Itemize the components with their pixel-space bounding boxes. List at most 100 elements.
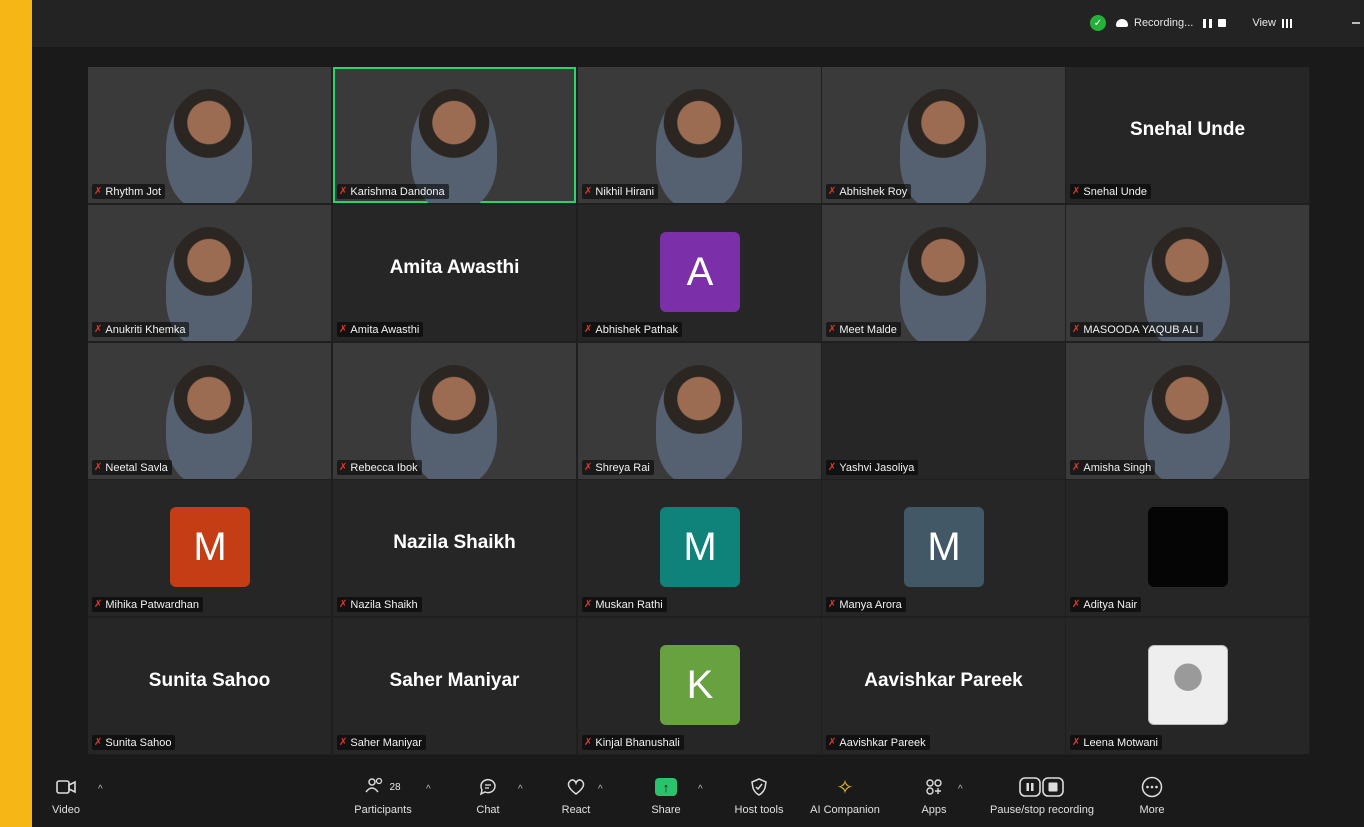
- video-button[interactable]: Video: [46, 770, 86, 827]
- participants-options-chevron-icon[interactable]: ^: [426, 784, 431, 795]
- video-label: Video: [52, 804, 80, 816]
- muted-mic-icon: ✗: [94, 462, 103, 473]
- more-button[interactable]: More: [1130, 770, 1174, 827]
- participant-name: Nazila Shaikh: [350, 598, 418, 611]
- react-button[interactable]: React: [554, 770, 598, 827]
- react-options-chevron-icon[interactable]: ^: [598, 784, 603, 795]
- participant-tile[interactable]: ✗ Karishma Dandona: [333, 67, 576, 203]
- participant-name-tag: ✗ Yashvi Jasoliya: [826, 460, 919, 475]
- participant-tile[interactable]: M ✗ Mihika Patwardhan: [88, 480, 331, 616]
- participant-name-tag: ✗ Leena Motwani: [1070, 735, 1162, 750]
- muted-mic-icon: ✗: [339, 599, 348, 610]
- chat-options-chevron-icon[interactable]: ^: [518, 784, 523, 795]
- video-camera-icon: [56, 770, 76, 804]
- participant-video: [166, 89, 252, 203]
- video-options-chevron-icon[interactable]: ^: [98, 784, 103, 795]
- participant-tile[interactable]: ✗ Neetal Savla: [88, 343, 331, 479]
- participant-tile[interactable]: ✗ Amisha Singh: [1066, 343, 1309, 479]
- apps-icon: [925, 770, 943, 804]
- participant-name-tag: ✗ Saher Maniyar: [337, 735, 426, 750]
- participant-name-tag: ✗ Abhishek Pathak: [582, 322, 682, 337]
- participant-name: Manya Arora: [839, 598, 902, 611]
- participant-tile[interactable]: ✗ Abhishek Roy: [822, 67, 1065, 203]
- zoom-meeting-window: ✓ Recording... View ✗ Rhythm Jot ✗ Karishma…: [32, 0, 1364, 827]
- more-label: More: [1139, 804, 1165, 816]
- participant-tile[interactable]: Snehal Unde ✗ Snehal Unde: [1066, 67, 1309, 203]
- minimize-icon[interactable]: [1352, 22, 1360, 24]
- share-options-chevron-icon[interactable]: ^: [698, 784, 703, 795]
- participant-tile[interactable]: Amita Awasthi ✗ Amita Awasthi: [333, 205, 576, 341]
- participant-display-name: Snehal Unde: [1129, 119, 1246, 140]
- pause-recording-icon[interactable]: [1203, 18, 1213, 28]
- participant-display-name: Saher Maniyar: [389, 670, 520, 691]
- share-screen-icon: ↑: [655, 778, 677, 796]
- participant-tile[interactable]: Saher Maniyar ✗ Saher Maniyar: [333, 618, 576, 754]
- muted-mic-icon: ✗: [339, 186, 348, 197]
- cloud-recording-icon: [1116, 19, 1128, 27]
- share-label: Share: [651, 804, 681, 816]
- participant-display-name: Amita Awasthi: [389, 257, 520, 278]
- host-tools-button[interactable]: Host tools: [726, 770, 792, 827]
- participant-name: Muskan Rathi: [595, 598, 663, 611]
- participant-tile[interactable]: M ✗ Muskan Rathi: [578, 480, 821, 616]
- participant-name-tag: ✗ Kinjal Bhanushali: [582, 735, 684, 750]
- participant-tile[interactable]: ✗ Anukriti Khemka: [88, 205, 331, 341]
- participant-name: Karishma Dandona: [350, 185, 445, 198]
- participant-tile[interactable]: ✗ Nikhil Hirani: [578, 67, 821, 203]
- participant-tile[interactable]: ✗ MASOODA YAQUB ALI: [1066, 205, 1309, 341]
- apps-options-chevron-icon[interactable]: ^: [958, 784, 963, 795]
- participant-tile[interactable]: Sunita Sahoo ✗ Sunita Sahoo: [88, 618, 331, 754]
- participant-name-tag: ✗ Abhishek Roy: [826, 184, 912, 199]
- stop-recording-icon[interactable]: [1218, 19, 1227, 27]
- muted-mic-icon: ✗: [1072, 186, 1081, 197]
- participant-name: Abhishek Pathak: [595, 323, 678, 336]
- muted-mic-icon: ✗: [94, 324, 103, 335]
- apps-button[interactable]: Apps: [912, 770, 956, 827]
- participant-tile[interactable]: Nazila Shaikh ✗ Nazila Shaikh: [333, 480, 576, 616]
- participant-name: MASOODA YAQUB ALI: [1083, 323, 1199, 336]
- share-button[interactable]: ↑ Share: [644, 770, 688, 827]
- participant-video: [1144, 365, 1230, 479]
- participant-name-tag: ✗ Snehal Unde: [1070, 184, 1151, 199]
- participant-name-tag: ✗ Shreya Rai: [582, 460, 654, 475]
- view-label: View: [1252, 17, 1276, 29]
- participant-tile[interactable]: ✗ Meet Malde: [822, 205, 1065, 341]
- pause-stop-recording-button[interactable]: Pause/stop recording: [976, 770, 1108, 827]
- participant-name: Sunita Sahoo: [105, 736, 172, 749]
- security-shield-icon: ✓: [1090, 15, 1106, 31]
- muted-mic-icon: ✗: [584, 737, 593, 748]
- participants-button[interactable]: 28 Participants: [338, 770, 428, 827]
- participant-name: Meet Malde: [839, 323, 897, 336]
- participant-name: Anukriti Khemka: [105, 323, 186, 336]
- muted-mic-icon: ✗: [94, 737, 103, 748]
- participant-video: [656, 89, 742, 203]
- ai-companion-button[interactable]: ✧ AI Companion: [800, 770, 890, 827]
- view-button[interactable]: View: [1252, 17, 1293, 29]
- participant-name-tag: ✗ Sunita Sahoo: [92, 735, 176, 750]
- participant-tile[interactable]: A ✗ Abhishek Pathak: [578, 205, 821, 341]
- participant-tile[interactable]: Aavishkar Pareek ✗ Aavishkar Pareek: [822, 618, 1065, 754]
- participant-name: Shreya Rai: [595, 461, 650, 474]
- participant-display-name: Sunita Sahoo: [148, 670, 271, 691]
- muted-mic-icon: ✗: [828, 737, 837, 748]
- participant-name-tag: ✗ Amita Awasthi: [337, 322, 424, 337]
- participant-tile[interactable]: ✗ Rhythm Jot: [88, 67, 331, 203]
- chat-button[interactable]: Chat: [468, 770, 508, 827]
- muted-mic-icon: ✗: [584, 324, 593, 335]
- participant-tile[interactable]: M ✗ Manya Arora: [822, 480, 1065, 616]
- participant-name: Abhishek Roy: [839, 185, 908, 198]
- participant-tile[interactable]: ✗ Leena Motwani: [1066, 618, 1309, 754]
- participant-tile[interactable]: ✗ Aditya Nair: [1066, 480, 1309, 616]
- muted-mic-icon: ✗: [828, 599, 837, 610]
- participant-tile[interactable]: ✗ Rebecca Ibok: [333, 343, 576, 479]
- gallery-view: ✗ Rhythm Jot ✗ Karishma Dandona ✗ Nikhil Hira…: [88, 67, 1310, 755]
- participants-label: Participants: [354, 804, 412, 816]
- participant-tile[interactable]: ✗ Shreya Rai: [578, 343, 821, 479]
- participant-name-tag: ✗ Anukriti Khemka: [92, 322, 190, 337]
- participant-display-name: Nazila Shaikh: [393, 532, 516, 553]
- participant-name: Snehal Unde: [1083, 185, 1147, 198]
- participant-tile[interactable]: K ✗ Kinjal Bhanushali: [578, 618, 821, 754]
- participant-name-tag: ✗ Nikhil Hirani: [582, 184, 659, 199]
- participant-tile[interactable]: ✗ Yashvi Jasoliya: [822, 343, 1065, 479]
- recording-status: ✓ Recording... View: [1090, 11, 1293, 35]
